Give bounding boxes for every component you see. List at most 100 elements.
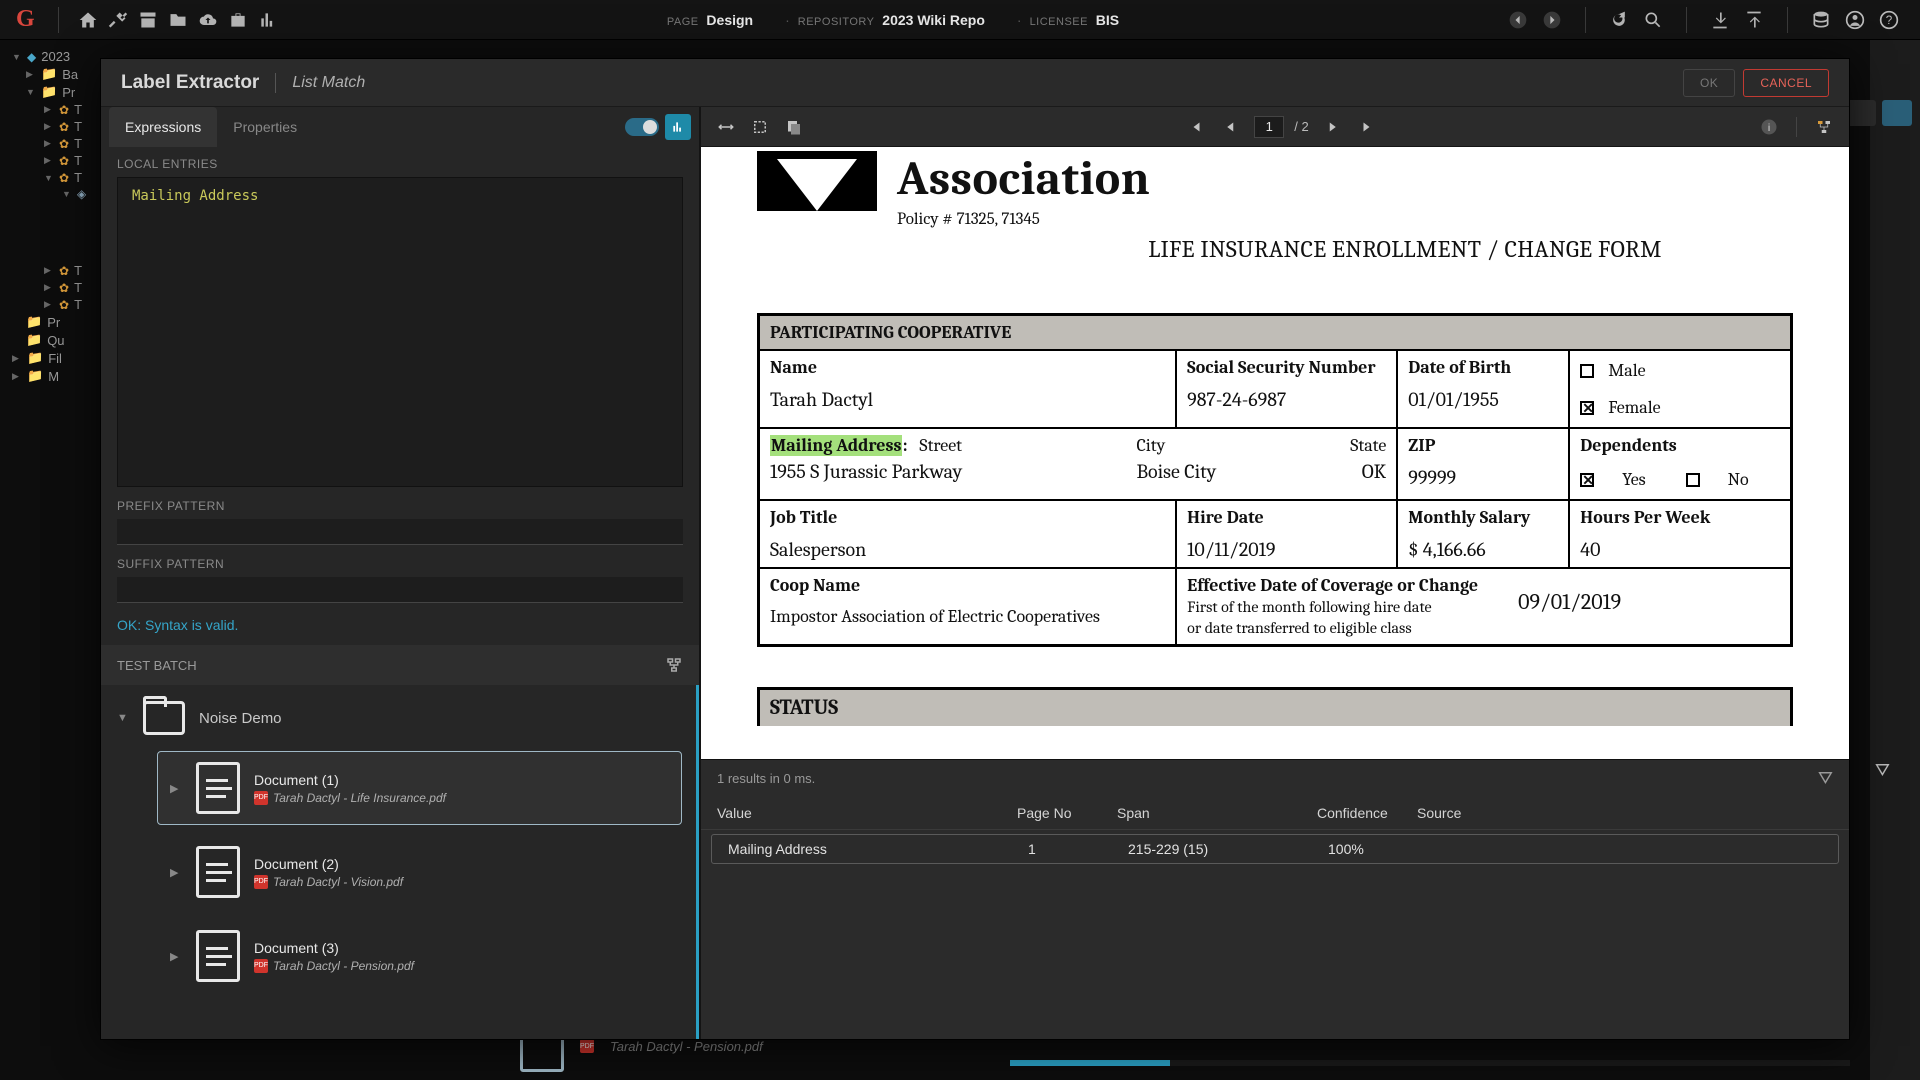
divider	[58, 7, 59, 33]
tree-root[interactable]: 2023	[41, 49, 70, 64]
first-page-icon[interactable]	[1182, 114, 1208, 140]
suffix-pattern-input[interactable]	[117, 577, 683, 603]
briefcase-icon[interactable]	[223, 5, 253, 35]
test-batch-header: TEST BATCH	[101, 645, 699, 685]
chevron-right-icon[interactable]: ▶	[170, 950, 182, 963]
document-icon	[196, 930, 240, 982]
field-label: No	[1728, 469, 1749, 490]
result-confidence: 100%	[1328, 841, 1428, 857]
chevron-right-icon[interactable]: ▶	[170, 782, 182, 795]
refresh-icon[interactable]	[1604, 5, 1634, 35]
pdf-badge-icon: PDF	[254, 959, 268, 973]
prev-page-icon[interactable]	[1218, 114, 1244, 140]
horizontal-scrollbar[interactable]	[1010, 1060, 1850, 1066]
field-label: Male	[1608, 360, 1645, 381]
upload-icon[interactable]	[1739, 5, 1769, 35]
next-page-icon[interactable]	[1319, 114, 1345, 140]
filter-icon[interactable]: ⛛	[1818, 768, 1833, 789]
batch-folder[interactable]: ▼ Noise Demo	[115, 695, 682, 741]
col-span[interactable]: Span	[1117, 805, 1317, 821]
copy-icon[interactable]	[781, 114, 807, 140]
toggle-switch[interactable]	[625, 118, 659, 136]
nav-back-icon[interactable]	[1503, 5, 1533, 35]
field-value: OK	[1303, 456, 1386, 483]
tree-item[interactable]: T	[74, 297, 82, 312]
tree-item[interactable]: T	[74, 153, 82, 168]
home-icon[interactable]	[73, 5, 103, 35]
stats-toggle-button[interactable]	[665, 114, 691, 140]
result-row[interactable]: Mailing Address 1 215-229 (15) 100%	[711, 834, 1839, 864]
tree-item[interactable]: T	[74, 136, 82, 151]
col-source[interactable]: Source	[1417, 805, 1833, 821]
tree-item[interactable]: Ba	[62, 67, 78, 82]
tree-item[interactable]: T	[74, 119, 82, 134]
col-value[interactable]: Value	[717, 805, 1017, 821]
search-icon[interactable]	[1638, 5, 1668, 35]
col-confidence[interactable]: Confidence	[1317, 805, 1417, 821]
hierarchy-icon[interactable]	[665, 656, 683, 674]
download-icon[interactable]	[1705, 5, 1735, 35]
cancel-button[interactable]: CANCEL	[1743, 69, 1829, 97]
batch-doc-title: Document (1)	[254, 772, 446, 788]
bg-doc-filename: Tarah Dactyl - Pension.pdf	[610, 1039, 763, 1054]
tree-item[interactable]: Pr	[62, 85, 75, 100]
field-sublabel: State	[1350, 435, 1386, 456]
tree-item[interactable]: T	[74, 263, 82, 278]
tab-expressions[interactable]: Expressions	[109, 107, 217, 147]
archive-icon[interactable]	[133, 5, 163, 35]
select-region-icon[interactable]	[747, 114, 773, 140]
local-entries-editor[interactable]: Mailing Address	[117, 177, 683, 487]
svg-text:i: i	[1768, 121, 1770, 133]
ok-button[interactable]: OK	[1683, 69, 1735, 97]
tree-item[interactable]: Fil	[48, 351, 62, 366]
user-icon[interactable]	[1840, 5, 1870, 35]
field-value: 99999	[1408, 462, 1558, 489]
chevron-down-icon[interactable]: ▼	[117, 712, 129, 724]
field-label: Hire Date	[1187, 507, 1386, 528]
result-value: Mailing Address	[728, 841, 1028, 857]
nav-forward-icon[interactable]	[1537, 5, 1567, 35]
tab-properties[interactable]: Properties	[217, 107, 313, 147]
prefix-pattern-input[interactable]	[117, 519, 683, 545]
chevron-right-icon[interactable]: ▶	[170, 866, 182, 879]
view-mode-2[interactable]	[1882, 100, 1912, 126]
field-sublabel: Street	[919, 435, 962, 456]
field-note: or date transferred to eligible class	[1187, 619, 1411, 637]
help-icon[interactable]: ?	[1874, 5, 1904, 35]
test-batch-tree: ▼ Noise Demo ▶ Document (1) PDFTarah Dac…	[101, 685, 699, 1039]
batch-document[interactable]: ▶ Document (3) PDFTarah Dactyl - Pension…	[157, 919, 682, 993]
tree-item[interactable]: M	[48, 369, 59, 384]
batch-document[interactable]: ▶ Document (1) PDFTarah Dactyl - Life In…	[157, 751, 682, 825]
fit-width-icon[interactable]	[713, 114, 739, 140]
info-icon[interactable]: i	[1756, 114, 1782, 140]
results-panel: 1 results in 0 ms. ⛛ Value Page No Span …	[701, 759, 1849, 1039]
col-page[interactable]: Page No	[1017, 805, 1117, 821]
label-extractor-modal: Label Extractor List Match OK CANCEL Exp…	[100, 58, 1850, 1040]
document-preview[interactable]: Association Policy # 71325, 71345 LIFE I…	[701, 147, 1849, 759]
tree-item[interactable]: Pr	[47, 315, 60, 330]
hierarchy-icon[interactable]	[1811, 114, 1837, 140]
config-tabs: Expressions Properties	[101, 107, 699, 147]
field-label: Job Title	[770, 507, 1165, 528]
database-icon[interactable]	[1806, 5, 1836, 35]
cloud-upload-icon[interactable]	[193, 5, 223, 35]
checkbox-dep-no	[1686, 473, 1700, 487]
page-number-input[interactable]	[1254, 116, 1284, 138]
tree-item[interactable]: T	[74, 102, 82, 117]
tree-item[interactable]: T	[74, 170, 82, 185]
app-logo: G	[16, 6, 44, 34]
tree-item[interactable]: T	[74, 280, 82, 295]
tree-item[interactable]: Qu	[47, 333, 64, 348]
stats-icon[interactable]	[253, 5, 283, 35]
batch-document[interactable]: ▶ Document (2) PDFTarah Dactyl - Vision.…	[157, 835, 682, 909]
field-label: Social Security Number	[1187, 357, 1386, 378]
results-summary: 1 results in 0 ms.	[717, 771, 815, 786]
last-page-icon[interactable]	[1355, 114, 1381, 140]
modal-subtitle: List Match	[292, 74, 365, 92]
checkbox-dep-yes	[1580, 473, 1594, 487]
filter-icon[interactable]: ⛛	[1875, 760, 1890, 781]
view-mode-toolbar	[1846, 100, 1912, 126]
view-mode-1[interactable]	[1846, 100, 1876, 126]
tools-icon[interactable]	[103, 5, 133, 35]
folder-icon[interactable]	[163, 5, 193, 35]
